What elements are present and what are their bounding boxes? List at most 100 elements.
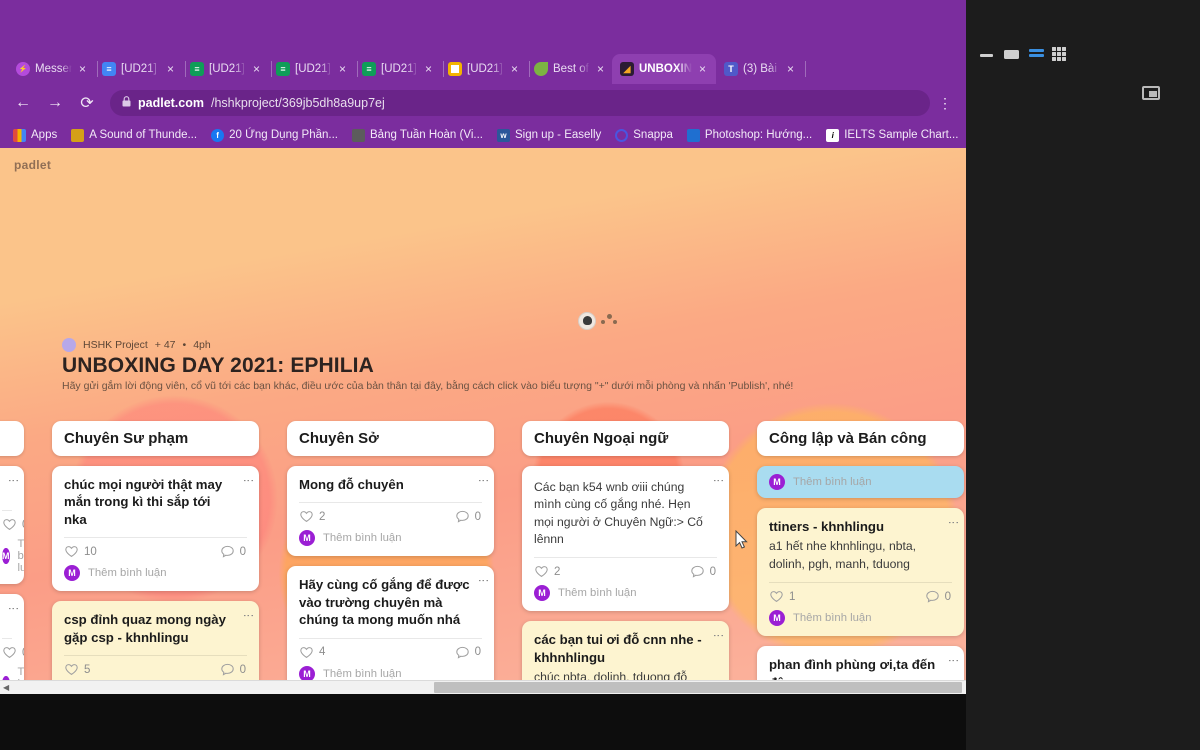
add-comment-row[interactable]: MThêm bình luận [52, 562, 259, 591]
post-card[interactable]: chúc mọi người thật may mắn trong kì thi… [52, 466, 259, 592]
column-header[interactable]: Chuyên Ngoại ngữ [522, 421, 729, 456]
bookmark-item[interactable]: i IELTS Sample Chart... [821, 127, 963, 144]
post-card[interactable]: csp đỉnh quaz mong ngày gặp csp - khnhli… [52, 601, 259, 680]
bookmark-item[interactable]: w Sign up - Easelly [492, 127, 606, 144]
add-comment-row[interactable]: MThêm bình luận [287, 527, 494, 556]
tab-close-icon[interactable]: × [165, 62, 176, 76]
address-bar[interactable]: padlet.com/hshkproject/369jb5dh8a9up7ej [110, 90, 930, 116]
card-menu-icon[interactable]: ⋮ [477, 475, 489, 487]
comment-button[interactable]: 0 [455, 646, 481, 659]
single-view-icon[interactable] [1004, 50, 1019, 59]
browser-tab[interactable]: ⚡ Messenger × [8, 54, 98, 84]
comment-button[interactable]: 0 [220, 545, 246, 558]
card-menu-icon[interactable]: ⋮ [7, 603, 19, 615]
horizontal-scrollbar[interactable]: ◀ [0, 680, 966, 694]
browser-menu-icon[interactable]: ⋮ [932, 88, 958, 118]
apps-grid-icon [13, 128, 26, 142]
bookmark-item[interactable]: Snappa [610, 127, 678, 144]
column-header[interactable]: Công lập và Bán công [757, 421, 964, 456]
browser-tab[interactable]: ≡ [UD21] T × [268, 54, 358, 84]
reload-icon[interactable]: ⟳ [72, 88, 102, 118]
board-author: HSHK Project [83, 339, 148, 351]
comment-button[interactable]: 0 [455, 510, 481, 524]
browser-tab[interactable]: ◢ UNBOXIN × [612, 54, 716, 84]
post-card[interactable]: ttiners - khnhlingu a1 hết nhe khnhlingu,… [757, 508, 964, 637]
card-menu-icon[interactable]: ⋮ [242, 610, 254, 622]
add-comment-row[interactable]: MThêm bình luận [0, 663, 24, 680]
comment-button[interactable]: 0 [925, 590, 951, 603]
post-card[interactable]: phan đình phùng ơi,ta đến đâyyyy⋮00MThêm… [757, 646, 964, 680]
column-title: Chuyên Sở [299, 430, 379, 447]
scrollbar-thumb[interactable] [434, 682, 962, 693]
back-icon[interactable]: ← [8, 88, 38, 118]
stacked-view-icon[interactable] [1029, 49, 1044, 59]
column-title: Công lập và Bán công [769, 430, 927, 447]
padlet-logo[interactable]: padlet [14, 158, 51, 172]
card-menu-icon[interactable]: ⋮ [242, 475, 254, 487]
bookmark-item[interactable]: A Sound of Thunde... [66, 127, 202, 144]
browser-tab[interactable]: Best of H × [526, 54, 612, 84]
card-menu-icon[interactable]: ⋮ [712, 630, 724, 642]
like-button[interactable]: 4 [300, 646, 325, 659]
tab-close-icon[interactable]: × [595, 62, 606, 76]
like-button[interactable]: 0 [3, 646, 24, 659]
add-comment-row[interactable]: MThêm bình luận [287, 663, 494, 680]
grid-view-icon[interactable] [1052, 47, 1066, 61]
card-menu-icon[interactable]: ⋮ [7, 475, 19, 487]
post-card[interactable]: Các bạn k54 wnb ơiii chúng mình cùng cố … [522, 466, 729, 612]
bookmark-item[interactable]: f 20 Ứng Dụng Phần... [206, 127, 343, 144]
picture-in-picture-icon[interactable] [1142, 86, 1160, 100]
like-button[interactable]: 0 [3, 518, 24, 531]
tab-close-icon[interactable]: × [337, 62, 348, 76]
post-card[interactable]: Mong đỗ chuyên ⋮ 2 0 M Thêm bình luận [287, 466, 494, 557]
post-card[interactable]: các bạn tui ơi đỗ cnn nhe - khhnhlingu ch… [522, 621, 729, 680]
add-comment-row[interactable]: MThêm bình luận [757, 607, 964, 636]
tab-close-icon[interactable]: × [423, 62, 434, 76]
browser-tab[interactable]: [UD21] H × [440, 54, 530, 84]
bookmark-label: Snappa [633, 129, 673, 141]
browser-tab[interactable]: ≡ [UD21] T × [94, 54, 186, 84]
column-header[interactable] [0, 421, 24, 456]
like-button[interactable]: 2 [535, 565, 560, 578]
post-card[interactable]: ⋮00MThêm bình luận [0, 594, 24, 680]
like-count: 0 [22, 519, 24, 531]
bookmark-item[interactable]: Photoshop: Hướng... [682, 127, 817, 144]
add-comment-row[interactable]: MThêm bình luận [522, 582, 729, 611]
site-icon [71, 128, 85, 142]
bookmark-item[interactable]: Bảng Tuần Hoàn (Vi... [347, 127, 488, 144]
card-menu-icon[interactable]: ⋮ [947, 517, 959, 529]
card-menu-icon[interactable]: ⋮ [712, 475, 724, 487]
bookmark-label: 20 Ứng Dụng Phần... [229, 129, 339, 141]
post-card[interactable]: M Thêm bình luận [757, 466, 964, 498]
like-button[interactable]: 2 [300, 510, 325, 523]
bookmark-label: A Sound of Thunde... [89, 129, 198, 141]
card-body [0, 594, 24, 638]
post-card[interactable]: ⋮00MThêm bình luận [0, 466, 24, 584]
tab-close-icon[interactable]: × [509, 62, 520, 76]
column-header[interactable]: Chuyên Sở [287, 421, 494, 456]
tab-close-icon[interactable]: × [697, 62, 708, 76]
bookmark-item[interactable]: Apps [8, 127, 62, 144]
browser-tab[interactable]: ≡ [UD21] K × [354, 54, 444, 84]
add-comment-row[interactable]: MThêm bình luận [0, 535, 24, 584]
page-title: UNBOXING DAY 2021: EPHILIA [62, 354, 374, 377]
comment-button[interactable]: 0 [690, 565, 716, 578]
card-menu-icon[interactable]: ⋮ [477, 575, 489, 587]
browser-tab[interactable]: T (3) Bài tậ × [716, 54, 806, 84]
minimize-icon[interactable] [980, 54, 993, 57]
column-header[interactable]: Chuyên Sư phạm [52, 421, 259, 456]
tab-close-icon[interactable]: × [785, 62, 796, 76]
like-button[interactable]: 1 [770, 590, 795, 603]
forward-icon[interactable]: → [40, 88, 70, 118]
like-button[interactable]: 10 [65, 545, 97, 558]
tab-close-icon[interactable]: × [77, 62, 88, 76]
tab-close-icon[interactable]: × [251, 62, 262, 76]
board-column: Công lập và Bán công M Thêm bình luận ttine… [743, 410, 966, 680]
add-comment-row[interactable]: MThêm bình luận [757, 466, 964, 498]
like-button[interactable]: 5 [65, 663, 90, 676]
card-menu-icon[interactable]: ⋮ [947, 655, 959, 667]
comment-button[interactable]: 0 [220, 663, 246, 676]
browser-tab[interactable]: ≡ [UD21] P × [182, 54, 272, 84]
post-card[interactable]: Hãy cùng cố gắng để được vào trường chuy… [287, 566, 494, 680]
scroll-left-arrow[interactable]: ◀ [3, 683, 9, 692]
